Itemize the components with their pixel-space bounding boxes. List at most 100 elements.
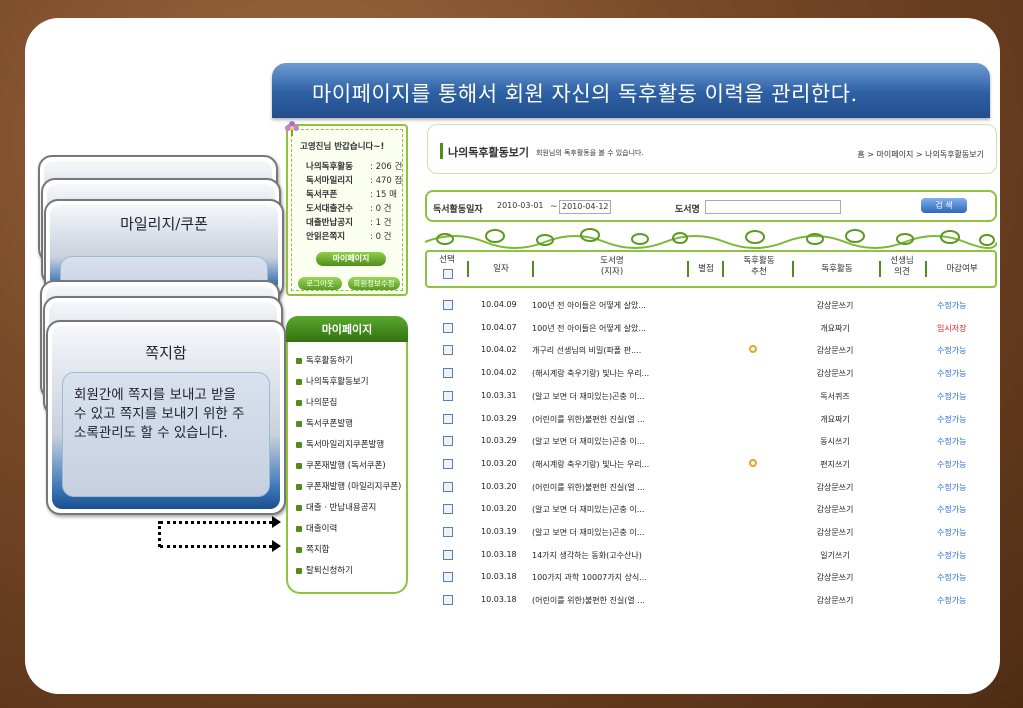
date-from-input[interactable]: 2010-03-01 bbox=[495, 200, 547, 214]
table-row[interactable]: 10.04.02 (해시계랑 축우기랑) 빛나는 우리... 감상문쓰기 수정가능 bbox=[425, 362, 997, 384]
sidebar-item-my-anthology[interactable]: 나의문집 bbox=[296, 396, 337, 408]
bullet-icon bbox=[296, 546, 302, 553]
row-checkbox[interactable] bbox=[443, 345, 453, 356]
date-to-input[interactable]: 2010-04-12 bbox=[559, 200, 611, 214]
row-book-title[interactable]: (해시계랑 축우기랑) 빛나는 우리... bbox=[532, 368, 649, 379]
sidebar-item-coupon-reissue[interactable]: 쿠폰재발행 (독서쿠폰) bbox=[296, 459, 386, 471]
row-date: 10.04.02 bbox=[481, 368, 517, 378]
table-row[interactable]: 10.04.07 100년 전 아이들은 어떻게 살았... 개요짜기 임시저장 bbox=[425, 317, 997, 339]
user-info-box: 고영진님 반갑습니다~! 나의독후활동: 206 건 독서마일리지: 470 점… bbox=[285, 121, 408, 296]
row-status[interactable]: 수정가능 bbox=[937, 459, 966, 470]
table-row[interactable]: 10.03.19 (알고 보면 더 재미있는)곤충 이... 감상문쓰기 수정가능 bbox=[425, 521, 997, 543]
logout-button[interactable]: 로그아웃 bbox=[298, 277, 342, 290]
row-checkbox[interactable] bbox=[443, 572, 453, 583]
row-status[interactable]: 수정가능 bbox=[937, 550, 966, 561]
row-book-title[interactable]: (알고 보면 더 재미있는)곤충 이... bbox=[532, 527, 644, 538]
row-book-title[interactable]: 14가지 생각하는 동화(고수산나) bbox=[532, 550, 642, 561]
table-row[interactable]: 10.03.18 100가지 과학 10007가지 상식... 감상문쓰기 수정가능 bbox=[425, 566, 997, 588]
stat-unread-messages[interactable]: 안읽은쪽지: 0 건 bbox=[306, 230, 406, 242]
row-status[interactable]: 수정가능 bbox=[937, 436, 966, 447]
row-status[interactable]: 수정가능 bbox=[937, 414, 966, 425]
stat-loans[interactable]: 도서대출건수: 0 건 bbox=[306, 202, 406, 214]
table-row[interactable]: 10.03.20 (해시계랑 축우기랑) 빛나는 우리... 편지쓰기 수정가능 bbox=[425, 453, 997, 475]
row-checkbox[interactable] bbox=[443, 436, 453, 447]
row-book-title[interactable]: (어린이를 위한)불편한 진실(열 ... bbox=[532, 414, 645, 425]
sidebar-item-messages[interactable]: 쪽지함 bbox=[296, 543, 329, 555]
stat-coupon[interactable]: 독서쿠폰: 15 매 bbox=[306, 188, 406, 200]
row-status[interactable]: 수정가능 bbox=[937, 345, 966, 356]
row-status[interactable]: 수정가능 bbox=[937, 595, 966, 606]
row-book-title[interactable]: (어린이를 위한)불편한 진실(열 ... bbox=[532, 482, 645, 493]
table-row[interactable]: 10.04.02 개구리 선생님의 비밀(파폴 판.... 감상문쓰기 수정가능 bbox=[425, 339, 997, 361]
select-all-checkbox[interactable] bbox=[443, 269, 453, 279]
row-book-title[interactable]: 개구리 선생님의 비밀(파폴 판.... bbox=[532, 345, 641, 356]
sidebar-item-mileage-reissue[interactable]: 쿠폰재발행 (마일리지쿠폰) bbox=[296, 480, 401, 492]
row-checkbox[interactable] bbox=[443, 413, 453, 424]
stat-reading-activity[interactable]: 나의독후활동: 206 건 bbox=[306, 160, 406, 172]
row-activity: 개요짜기 bbox=[820, 414, 850, 424]
row-checkbox[interactable] bbox=[443, 549, 453, 560]
table-row[interactable]: 10.03.18 14가지 생각하는 동화(고수산나) 일기쓰기 수정가능 bbox=[425, 544, 997, 566]
bullet-icon bbox=[296, 483, 302, 490]
row-checkbox[interactable] bbox=[443, 481, 453, 492]
row-book-title[interactable]: (알고 보면 더 재미있는)곤충 이... bbox=[532, 504, 644, 515]
table-row[interactable]: 10.03.29 (알고 보면 더 재미있는)곤충 이... 동시쓰기 수정가능 bbox=[425, 430, 997, 452]
sidebar-item-mileage-coupon-issue[interactable]: 독서마일리지쿠폰발행 bbox=[296, 438, 384, 450]
mypage-button[interactable]: 마이페이지 bbox=[316, 252, 386, 266]
row-book-title[interactable]: 100년 전 아이들은 어떻게 살았... bbox=[532, 323, 646, 334]
recommend-dot-icon bbox=[749, 458, 757, 467]
row-activity: 감상문쓰기 bbox=[816, 505, 854, 515]
row-book-title[interactable]: (어린이를 위한)불편한 진실(열 ... bbox=[532, 595, 645, 606]
search-button[interactable]: 검 색 bbox=[921, 198, 967, 213]
row-activity: 개요짜기 bbox=[820, 323, 850, 333]
table-row[interactable]: 10.04.09 100년 전 아이들은 어떻게 살았... 감상문쓰기 수정가능 bbox=[425, 294, 997, 316]
sidebar-item-withdraw[interactable]: 탈퇴신청하기 bbox=[296, 564, 353, 576]
row-status[interactable]: 수정가능 bbox=[937, 368, 966, 379]
stat-return-notice[interactable]: 대출반납공지: 1 건 bbox=[306, 216, 406, 228]
row-status[interactable]: 수정가능 bbox=[937, 504, 966, 515]
sidebar-item-coupon-issue[interactable]: 독서쿠폰발행 bbox=[296, 417, 353, 429]
row-book-title[interactable]: 100년 전 아이들은 어떻게 살았... bbox=[532, 300, 646, 311]
row-status[interactable]: 임시저장 bbox=[937, 323, 966, 334]
bullet-icon bbox=[296, 567, 302, 574]
table-row[interactable]: 10.03.18 (어린이를 위한)불편한 진실(열 ... 감상문쓰기 수정가능 bbox=[425, 589, 997, 611]
row-status[interactable]: 수정가능 bbox=[937, 482, 966, 493]
breadcrumb[interactable]: 홈 > 마이페이지 > 나의독후활동보기 bbox=[857, 149, 984, 160]
row-status[interactable]: 수정가능 bbox=[937, 391, 966, 402]
row-book-title[interactable]: 100가지 과학 10007가지 상식... bbox=[532, 572, 647, 583]
row-checkbox[interactable] bbox=[443, 300, 453, 310]
row-checkbox[interactable] bbox=[443, 390, 453, 401]
sidebar-item-my-activity[interactable]: 나의독후활동보기 bbox=[296, 375, 369, 387]
row-date: 10.03.18 bbox=[481, 572, 517, 582]
edit-info-button[interactable]: 회원정보수정 bbox=[348, 277, 400, 290]
row-checkbox[interactable] bbox=[443, 527, 453, 537]
row-date: 10.04.09 bbox=[481, 300, 517, 309]
row-checkbox[interactable] bbox=[443, 458, 453, 469]
book-search-input[interactable] bbox=[705, 200, 841, 214]
column-header-status: 마감여부 bbox=[946, 264, 978, 274]
table-header: 선택 일자 도서명 (지자) 별점 독후활동 추천 독후활동 선생님 의견 마감… bbox=[425, 250, 997, 288]
row-status[interactable]: 수정가능 bbox=[937, 300, 966, 311]
row-book-title[interactable]: (알고 보면 더 재미있는)곤충 이... bbox=[532, 436, 644, 447]
row-status[interactable]: 수정가능 bbox=[937, 527, 966, 538]
stat-mileage[interactable]: 독서마일리지: 470 점 bbox=[306, 174, 406, 186]
card-title: 마일리지/쿠폰 bbox=[120, 215, 208, 233]
row-status[interactable]: 수정가능 bbox=[937, 572, 966, 583]
sidebar-item-loan-notice[interactable]: 대출ㆍ반납내용공지 bbox=[296, 501, 376, 513]
table-row[interactable]: 10.03.20 (알고 보면 더 재미있는)곤충 이... 감상문쓰기 수정가능 bbox=[425, 498, 997, 520]
row-date: 10.04.02 bbox=[481, 345, 517, 355]
row-checkbox[interactable] bbox=[443, 368, 453, 379]
row-activity: 동시쓰기 bbox=[820, 437, 850, 447]
table-row[interactable]: 10.03.20 (어린이를 위한)불편한 진실(열 ... 감상문쓰기 수정가능 bbox=[425, 476, 997, 498]
table-row[interactable]: 10.03.31 (알고 보면 더 재미있는)곤충 이... 독서퀴즈 수정가능 bbox=[425, 385, 997, 407]
row-checkbox[interactable] bbox=[443, 595, 453, 606]
table-row[interactable]: 10.03.29 (어린이를 위한)불편한 진실(열 ... 개요짜기 수정가능 bbox=[425, 408, 997, 430]
row-book-title[interactable]: (해시계랑 축우기랑) 빛나는 우리... bbox=[532, 459, 649, 470]
bullet-icon bbox=[296, 525, 302, 532]
column-header-select: 선택 bbox=[439, 255, 455, 265]
sidebar-item-write-activity[interactable]: 독후활동하기 bbox=[296, 354, 353, 366]
row-checkbox[interactable] bbox=[443, 322, 453, 333]
row-book-title[interactable]: (알고 보면 더 재미있는)곤충 이... bbox=[532, 391, 644, 402]
sidebar-item-loan-history[interactable]: 대출이력 bbox=[296, 522, 337, 534]
row-checkbox[interactable] bbox=[443, 504, 453, 515]
